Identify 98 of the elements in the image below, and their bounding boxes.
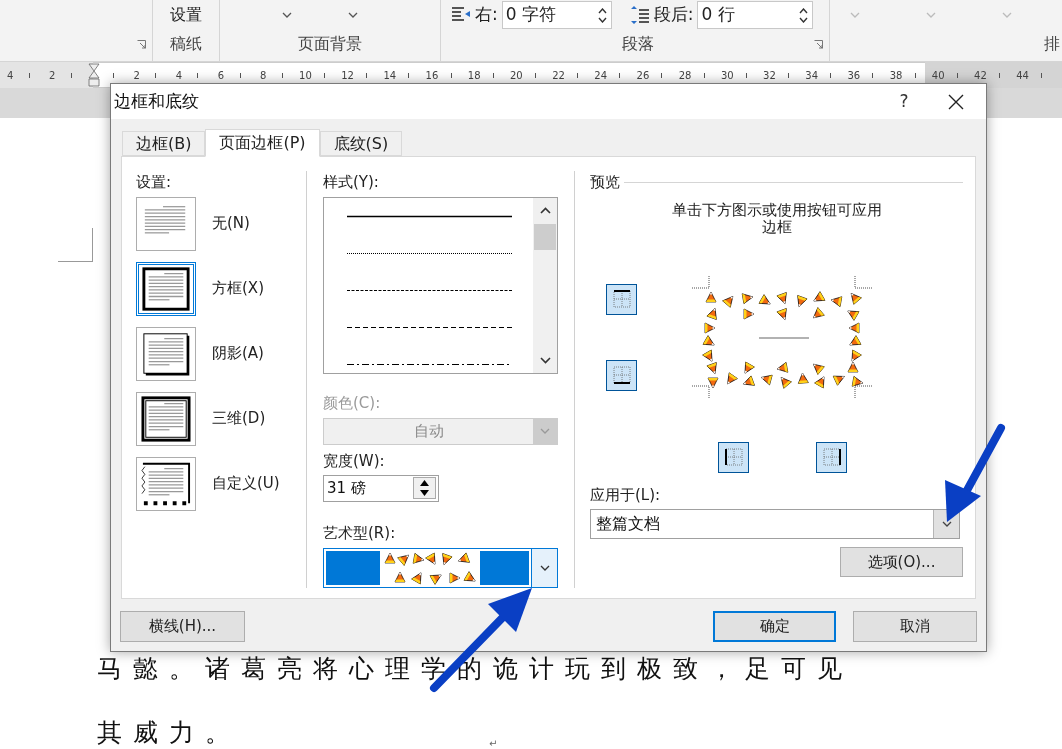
paragraph-mark: ↵ (489, 737, 498, 749)
options-button[interactable]: 选项(O)... (840, 547, 963, 577)
scroll-thumb[interactable] (534, 223, 556, 250)
ruler-number: 10 (299, 68, 312, 83)
field-label: 颜色(C): (323, 393, 382, 415)
help-button[interactable]: ? (882, 86, 926, 117)
spin-up-icon[interactable] (799, 7, 809, 14)
indent-marker-icon[interactable] (88, 63, 101, 87)
ruler-number: 24 (594, 68, 608, 83)
ruler-number: 32 (763, 68, 776, 83)
setting-label[interactable]: 无(N) (212, 212, 250, 235)
line-style-option[interactable] (347, 214, 512, 218)
dialog-tab[interactable]: 边框(B) (122, 131, 206, 156)
ruler-number: 44 (1016, 68, 1029, 83)
ruler-number: 18 (467, 68, 481, 83)
ruler-number: 4 (6, 68, 14, 83)
caret-icon (348, 12, 358, 18)
ruler-number: 42 (974, 68, 987, 83)
setting-label[interactable]: 方框(X) (212, 277, 264, 300)
ruler-number: 2 (133, 68, 140, 83)
border-edge-button[interactable] (718, 441, 749, 473)
spin-down-icon[interactable] (597, 16, 607, 23)
spacing-field[interactable]: 0 行 (697, 1, 814, 29)
line-style-option[interactable] (347, 288, 512, 292)
spin-down-icon[interactable] (419, 490, 430, 497)
ok-button[interactable]: 确定 (713, 611, 836, 642)
ruler-number: 16 (425, 68, 439, 83)
group-label: 页面背景 (298, 33, 362, 55)
border-edge-button[interactable] (606, 283, 637, 315)
width-field[interactable]: 31 磅 (323, 475, 439, 502)
group-label: 稿纸 (170, 33, 202, 55)
setting-option[interactable] (136, 261, 196, 316)
dialog-launcher-icon[interactable] (137, 40, 146, 49)
art-border-dropdown[interactable] (323, 548, 558, 588)
ruler-number: 28 (678, 68, 692, 83)
dialog-tab[interactable]: 底纹(S) (319, 131, 403, 156)
line-style-option[interactable] (347, 251, 512, 255)
preview-hint: 单击下方图示或使用按钮可应用边框 (670, 201, 883, 236)
ruler-number: 6 (217, 68, 225, 83)
setting-option[interactable] (136, 326, 196, 381)
field-label: 应用于(L): (590, 484, 662, 506)
ruler-number: 12 (341, 68, 354, 83)
document-text-line: 其威力。 (97, 717, 241, 749)
dialog-launcher-icon[interactable] (814, 39, 823, 49)
line-style-option[interactable] (347, 325, 512, 329)
setting-label[interactable]: 三维(D) (212, 407, 266, 430)
field-label: 艺术型(R): (323, 522, 397, 544)
section-label: 设置: (136, 172, 173, 193)
setting-option[interactable] (136, 456, 196, 511)
ruler-number: 4 (175, 68, 183, 83)
ruler-number: 38 (889, 68, 903, 83)
spin-up-icon[interactable] (597, 7, 607, 14)
horizontal-line-button[interactable]: 横线(H)... (120, 611, 245, 642)
setup-button[interactable]: 设置 (170, 0, 202, 30)
indent-right-icon (451, 6, 471, 24)
field-label: 右: (475, 3, 498, 27)
caret-icon (1002, 12, 1012, 18)
group-label: 段落 (620, 33, 654, 55)
group-label: 排 (1044, 33, 1061, 55)
ruler-number: 26 (636, 68, 650, 83)
ruler-number: 2 (49, 68, 56, 83)
caret-icon (850, 12, 860, 18)
caret-icon (539, 565, 550, 571)
caret-icon (282, 12, 292, 18)
ruler-number: 40 (931, 68, 945, 83)
ruler-number: 30 (720, 68, 734, 83)
dialog-tab[interactable]: 页面边框(P) (205, 129, 320, 157)
section-label: 预览 (590, 172, 620, 193)
crop-mark (58, 228, 93, 262)
scroll-up-icon[interactable] (539, 206, 551, 214)
scrollbar[interactable] (533, 197, 557, 374)
border-edge-button[interactable] (606, 359, 637, 391)
scroll-down-icon[interactable] (539, 357, 551, 365)
dialog-title: 边框和底纹 (114, 89, 200, 113)
cancel-button[interactable]: 取消 (853, 611, 977, 642)
caret-icon (540, 428, 550, 435)
apply-to-dropdown[interactable]: 整篇文档 (590, 509, 960, 539)
field-label: 段后: (653, 3, 694, 27)
field-label: 宽度(W): (323, 450, 386, 472)
ruler-number: 34 (805, 68, 818, 83)
page-border-thumbnail-icon (138, 393, 194, 444)
line-style-option[interactable] (347, 362, 512, 366)
setting-option[interactable] (136, 391, 196, 446)
ruler-number: 14 (383, 68, 397, 83)
ruler-number: 8 (260, 68, 267, 83)
setting-label[interactable]: 阴影(A) (212, 342, 264, 365)
ruler-number: 22 (552, 68, 565, 83)
ruler-number: 36 (847, 68, 861, 83)
spacing-after-icon (629, 5, 650, 25)
ruler-number: 20 (509, 68, 523, 83)
border-edge-button[interactable] (816, 441, 847, 473)
spin-down-icon[interactable] (799, 16, 809, 23)
caret-icon (926, 12, 936, 18)
setting-label[interactable]: 自定义(U) (212, 472, 280, 495)
close-icon (948, 93, 964, 110)
section-label: 样式(Y): (323, 172, 380, 193)
spin-up-icon[interactable] (419, 480, 430, 487)
indent-field[interactable]: 0 字符 (501, 1, 612, 29)
